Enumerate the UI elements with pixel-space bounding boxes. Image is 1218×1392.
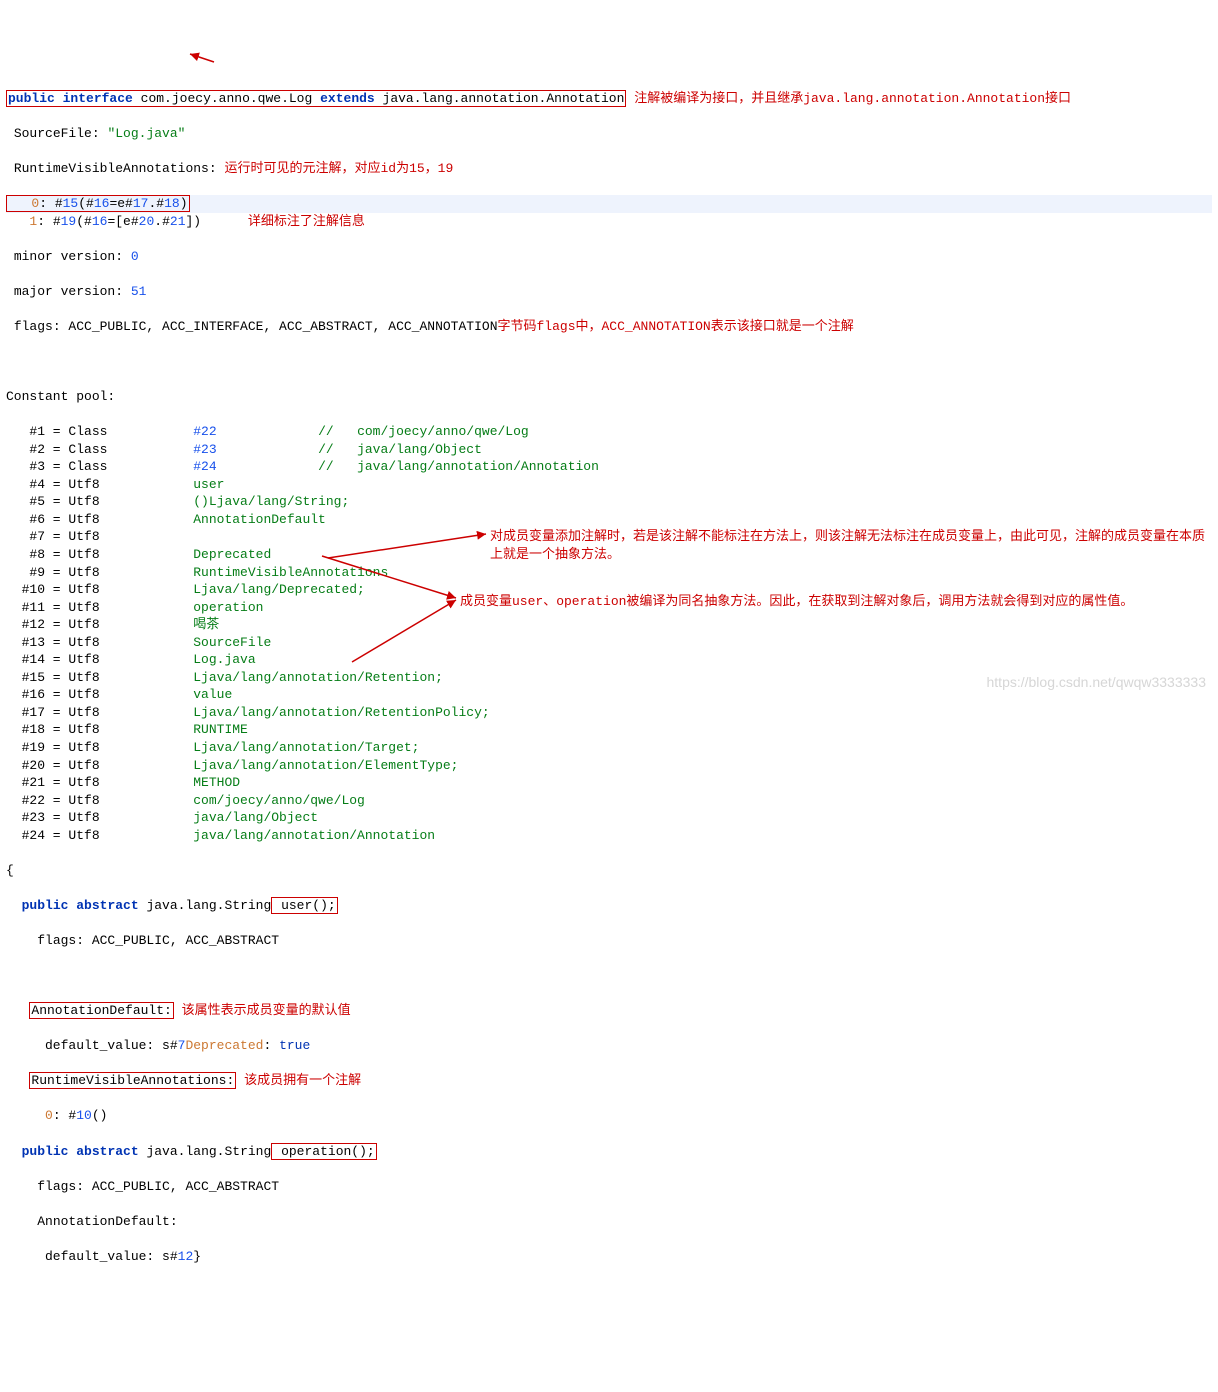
m1-ad-box: AnnotationDefault:	[29, 1002, 173, 1019]
open-brace: {	[6, 862, 1212, 880]
cp-row: #14 = Utf8 Log.java	[6, 651, 1212, 669]
cp-row: #2 = Class #23 // java/lang/Object	[6, 441, 1212, 459]
arrow-detail	[186, 46, 216, 72]
minor-line: minor version: 0	[6, 248, 1212, 266]
method2-decl: public abstract java.lang.String operati…	[6, 1143, 1212, 1161]
cp-row: #13 = Utf8 SourceFile	[6, 634, 1212, 652]
rva-label-line: RuntimeVisibleAnnotations: 运行时可见的元注解，对应i…	[6, 160, 1212, 178]
cp-row: #4 = Utf8 user	[6, 476, 1212, 494]
cp-row: #23 = Utf8 java/lang/Object	[6, 809, 1212, 827]
cp-row: #1 = Class #22 // com/joecy/anno/qwe/Log	[6, 423, 1212, 441]
cp-row: #3 = Class #24 // java/lang/annotation/A…	[6, 458, 1212, 476]
m1-rva-annot: 该成员拥有一个注解	[244, 1073, 361, 1088]
cp-row: #6 = Utf8 AnnotationDefault	[6, 511, 1212, 529]
side-note-2: 成员变量user、operation被编译为同名抽象方法。因此，在获取到注解对象…	[460, 593, 1200, 611]
cp-row: #18 = Utf8 RUNTIME	[6, 721, 1212, 739]
m1-pre: public abstract java.lang.String	[22, 898, 272, 913]
m2-ad-label: AnnotationDefault:	[6, 1213, 1212, 1231]
src-val: "Log.java"	[107, 126, 185, 141]
cp-row: #21 = Utf8 METHOD	[6, 774, 1212, 792]
sourcefile-line: SourceFile: "Log.java"	[6, 125, 1212, 143]
m1-rva-0: 0: #10()	[6, 1107, 1212, 1125]
flags-annot: 字节码flags中，ACC_ANNOTATION表示该接口就是一个注解	[498, 319, 854, 334]
rva-0-box: 0: #15(#16=e#17.#18)	[6, 195, 190, 212]
cp-title: Constant pool:	[6, 388, 1212, 406]
cp-row: #9 = Utf8 RuntimeVisibleAnnotations	[6, 564, 1212, 582]
blank-line	[6, 353, 1212, 371]
side-note-1: 对成员变量添加注解时，若是该注解不能标注在方法上，则该注解无法标注在成员变量上，…	[490, 528, 1210, 564]
m1-flags: flags: ACC_PUBLIC, ACC_ABSTRACT	[37, 933, 279, 948]
cp-row: #24 = Utf8 java/lang/annotation/Annotati…	[6, 827, 1212, 845]
m1-ad-line: AnnotationDefault: 该属性表示成员变量的默认值	[6, 1002, 1212, 1020]
minor-val: 0	[131, 249, 139, 264]
rva-label: RuntimeVisibleAnnotations:	[14, 161, 217, 176]
decl-boxed: public interface com.joecy.anno.qwe.Log …	[6, 90, 626, 107]
m2-dv: default_value: s#12}	[6, 1248, 1212, 1266]
method2-flags: flags: ACC_PUBLIC, ACC_ABSTRACT	[6, 1178, 1212, 1196]
cp-row: #17 = Utf8 Ljava/lang/annotation/Retenti…	[6, 704, 1212, 722]
annot-header: 注解被编译为接口，并且继承java.lang.annotation.Annota…	[634, 91, 1071, 106]
cp-row: #20 = Utf8 Ljava/lang/annotation/Element…	[6, 757, 1212, 775]
flags-text: flags: ACC_PUBLIC, ACC_INTERFACE, ACC_AB…	[14, 319, 498, 334]
cp-row: #22 = Utf8 com/joecy/anno/qwe/Log	[6, 792, 1212, 810]
watermark: https://blog.csdn.net/qwqw3333333	[987, 673, 1207, 692]
rva-detail-annot: 详细标注了注解信息	[248, 214, 365, 229]
rva-line-0: 0: #15(#16=e#17.#18)	[6, 195, 1212, 213]
constant-pool-rows: #1 = Class #22 // com/joecy/anno/qwe/Log…	[6, 423, 1212, 844]
blank-line-2	[6, 967, 1212, 985]
rva-line-1: 1: #19(#16=[e#20.#21]) 详细标注了注解信息	[6, 213, 1212, 231]
major-line: major version: 51	[6, 283, 1212, 301]
method1-flags: flags: ACC_PUBLIC, ACC_ABSTRACT	[6, 932, 1212, 950]
m2-boxed: operation();	[271, 1143, 376, 1160]
major-label: major version:	[14, 284, 123, 299]
flags-line: flags: ACC_PUBLIC, ACC_INTERFACE, ACC_AB…	[6, 318, 1212, 336]
rva-1: 1: #19(#16=[e#20.#21])	[6, 214, 201, 229]
m2-pre: public abstract java.lang.String	[22, 1144, 272, 1159]
m2-flags: flags: ACC_PUBLIC, ACC_ABSTRACT	[37, 1179, 279, 1194]
src-label: SourceFile:	[14, 126, 100, 141]
m1-dv: default_value: s#7Deprecated: true	[6, 1037, 1212, 1055]
cp-row: #5 = Utf8 ()Ljava/lang/String;	[6, 493, 1212, 511]
decl-line: public interface com.joecy.anno.qwe.Log …	[6, 90, 1212, 108]
m1-rva-line: RuntimeVisibleAnnotations: 该成员拥有一个注解	[6, 1072, 1212, 1090]
method1-decl: public abstract java.lang.String user();	[6, 897, 1212, 915]
m2-ad: AnnotationDefault:	[37, 1214, 177, 1229]
m1-rva-box: RuntimeVisibleAnnotations:	[29, 1072, 236, 1089]
major-val: 51	[131, 284, 147, 299]
cp-row: #12 = Utf8 喝茶	[6, 616, 1212, 634]
m1-boxed: user();	[271, 897, 337, 914]
rva-annot: 运行时可见的元注解，对应id为15，19	[224, 161, 453, 176]
m1-ad-annot: 该属性表示成员变量的默认值	[182, 1003, 351, 1018]
minor-label: minor version:	[14, 249, 123, 264]
cp-row: #19 = Utf8 Ljava/lang/annotation/Target;	[6, 739, 1212, 757]
